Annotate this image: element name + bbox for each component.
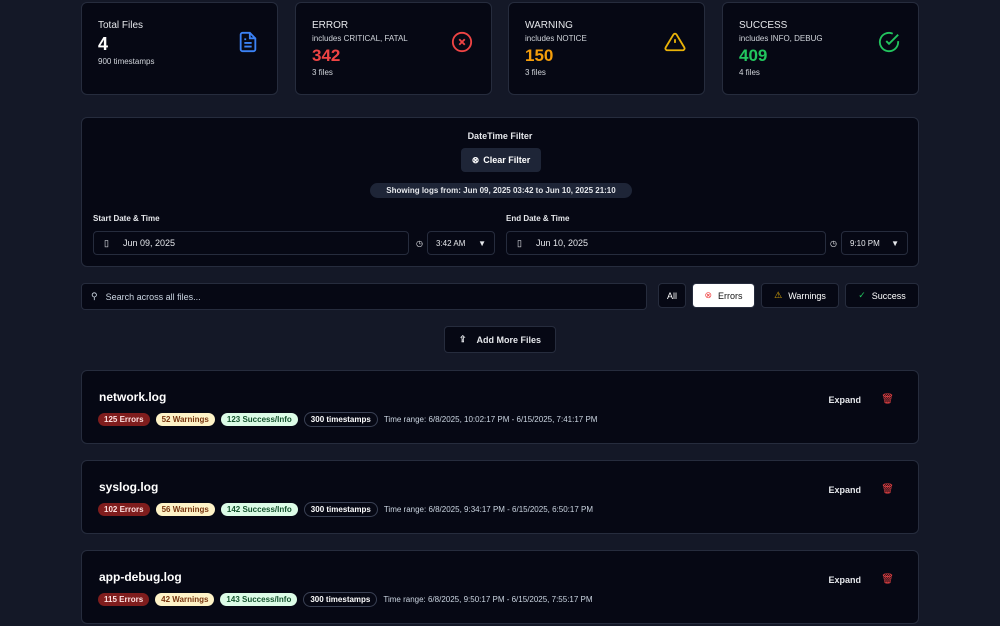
file-name: network.log <box>99 390 167 404</box>
trash-icon[interactable]: 🗑 <box>881 484 894 495</box>
errors-badge: 102 Errors <box>98 503 150 516</box>
alert-triangle-icon <box>664 32 686 52</box>
file-card: app-debug.log 115 Errors 42 Warnings 143… <box>81 550 919 624</box>
end-time-select[interactable]: 9:10 PM ▼ <box>841 231 908 255</box>
expand-button[interactable]: Expand <box>828 485 861 495</box>
end-label: End Date & Time <box>506 214 570 223</box>
add-more-files-button[interactable]: ⇪ Add More Files <box>444 326 556 353</box>
filter-success-label: Success <box>871 290 906 301</box>
stat-footer: 3 files <box>312 68 333 77</box>
start-time-select[interactable]: 3:42 AM ▼ <box>427 231 495 255</box>
stat-card-success: SUCCESS includes INFO, DEBUG 409 4 files <box>722 2 919 95</box>
trash-icon[interactable]: 🗑 <box>881 394 894 405</box>
clear-filter-button[interactable]: ⊗ Clear Filter <box>461 148 541 172</box>
filter-title: DateTime Filter <box>467 131 533 141</box>
end-time-value: 9:10 PM <box>850 238 880 248</box>
x-circle-icon: ⊗ <box>704 290 713 300</box>
filter-errors-button[interactable]: ⊗ Errors <box>692 283 755 308</box>
file-name: syslog.log <box>99 480 159 494</box>
clock-icon: ◷ <box>830 239 837 248</box>
stat-card-total: Total Files 4 900 timestamps <box>81 2 278 95</box>
clear-filter-label: Clear Filter <box>483 155 531 165</box>
filter-warnings-button[interactable]: ⚠ Warnings <box>761 283 839 308</box>
stat-title: SUCCESS <box>739 20 788 31</box>
trash-icon[interactable]: 🗑 <box>881 574 894 585</box>
datetime-filter-panel: DateTime Filter ⊗ Clear Filter Showing lo… <box>81 117 919 267</box>
stat-title: Total Files <box>98 20 144 31</box>
warnings-badge: 56 Warnings <box>155 503 215 516</box>
chevron-down-icon: ▼ <box>891 238 899 248</box>
warnings-badge: 52 Warnings <box>155 413 215 426</box>
errors-badge: 115 Errors <box>98 593 150 606</box>
success-badge: 143 Success/Info <box>220 593 298 606</box>
file-card: network.log 125 Errors 52 Warnings 123 S… <box>81 370 919 444</box>
filter-all-button[interactable]: All <box>658 283 686 308</box>
timestamps-badge: 300 timestamps <box>303 412 378 427</box>
search-input[interactable]: ⚲ Search across all files... <box>81 283 647 310</box>
filter-success-button[interactable]: ✓ Success <box>845 283 919 308</box>
time-range: Time range: 6/8/2025, 9:50:17 PM - 6/15/… <box>383 595 593 604</box>
stat-footer: 900 timestamps <box>98 57 155 66</box>
start-label: Start Date & Time <box>93 214 160 223</box>
warnings-badge: 42 Warnings <box>155 593 215 606</box>
stat-title: ERROR <box>312 20 349 31</box>
file-name: app-debug.log <box>99 570 182 584</box>
filter-errors-label: Errors <box>718 290 743 301</box>
check-circle-icon <box>878 31 900 53</box>
file-card: syslog.log 102 Errors 56 Warnings 142 Su… <box>81 460 919 534</box>
filter-all-label: All <box>666 290 677 301</box>
x-circle-icon <box>451 31 473 53</box>
errors-badge: 125 Errors <box>98 413 150 426</box>
clock-icon: ◷ <box>416 239 423 248</box>
start-time-value: 3:42 AM <box>436 238 466 248</box>
expand-button[interactable]: Expand <box>828 575 861 585</box>
search-icon: ⚲ <box>91 291 98 301</box>
end-date-input[interactable]: ▯ Jun 10, 2025 <box>506 231 826 255</box>
end-date-value: Jun 10, 2025 <box>535 238 588 248</box>
add-files-label: Add More Files <box>476 334 542 345</box>
search-placeholder: Search across all files... <box>105 291 201 302</box>
x-circle-icon: ⊗ <box>471 154 480 165</box>
timestamps-badge: 300 timestamps <box>303 592 378 607</box>
check-circle-icon: ✓ <box>858 290 866 300</box>
stat-footer: 4 files <box>739 68 760 77</box>
calendar-icon: ▯ <box>517 237 522 248</box>
stat-card-warning: WARNING includes NOTICE 150 3 files <box>508 2 705 95</box>
upload-icon: ⇪ <box>458 334 467 344</box>
chevron-down-icon: ▼ <box>478 238 486 248</box>
stat-footer: 3 files <box>525 68 546 77</box>
start-date-value: Jun 09, 2025 <box>122 238 175 248</box>
time-range: Time range: 6/8/2025, 9:34:17 PM - 6/15/… <box>383 505 593 514</box>
stat-title: WARNING <box>525 20 573 31</box>
timestamps-badge: 300 timestamps <box>303 502 378 517</box>
success-badge: 142 Success/Info <box>220 503 298 516</box>
start-date-input[interactable]: ▯ Jun 09, 2025 <box>93 231 409 255</box>
alert-triangle-icon: ⚠ <box>774 290 783 300</box>
filter-warnings-label: Warnings <box>788 290 826 301</box>
file-text-icon <box>239 31 257 53</box>
filter-range-badge: Showing logs from: Jun 09, 2025 03:42 to… <box>370 183 632 198</box>
success-badge: 123 Success/Info <box>220 413 298 426</box>
expand-button[interactable]: Expand <box>828 395 861 405</box>
time-range: Time range: 6/8/2025, 10:02:17 PM - 6/15… <box>383 415 598 424</box>
stat-card-error: ERROR includes CRITICAL, FATAL 342 3 fil… <box>295 2 492 95</box>
calendar-icon: ▯ <box>104 237 109 248</box>
